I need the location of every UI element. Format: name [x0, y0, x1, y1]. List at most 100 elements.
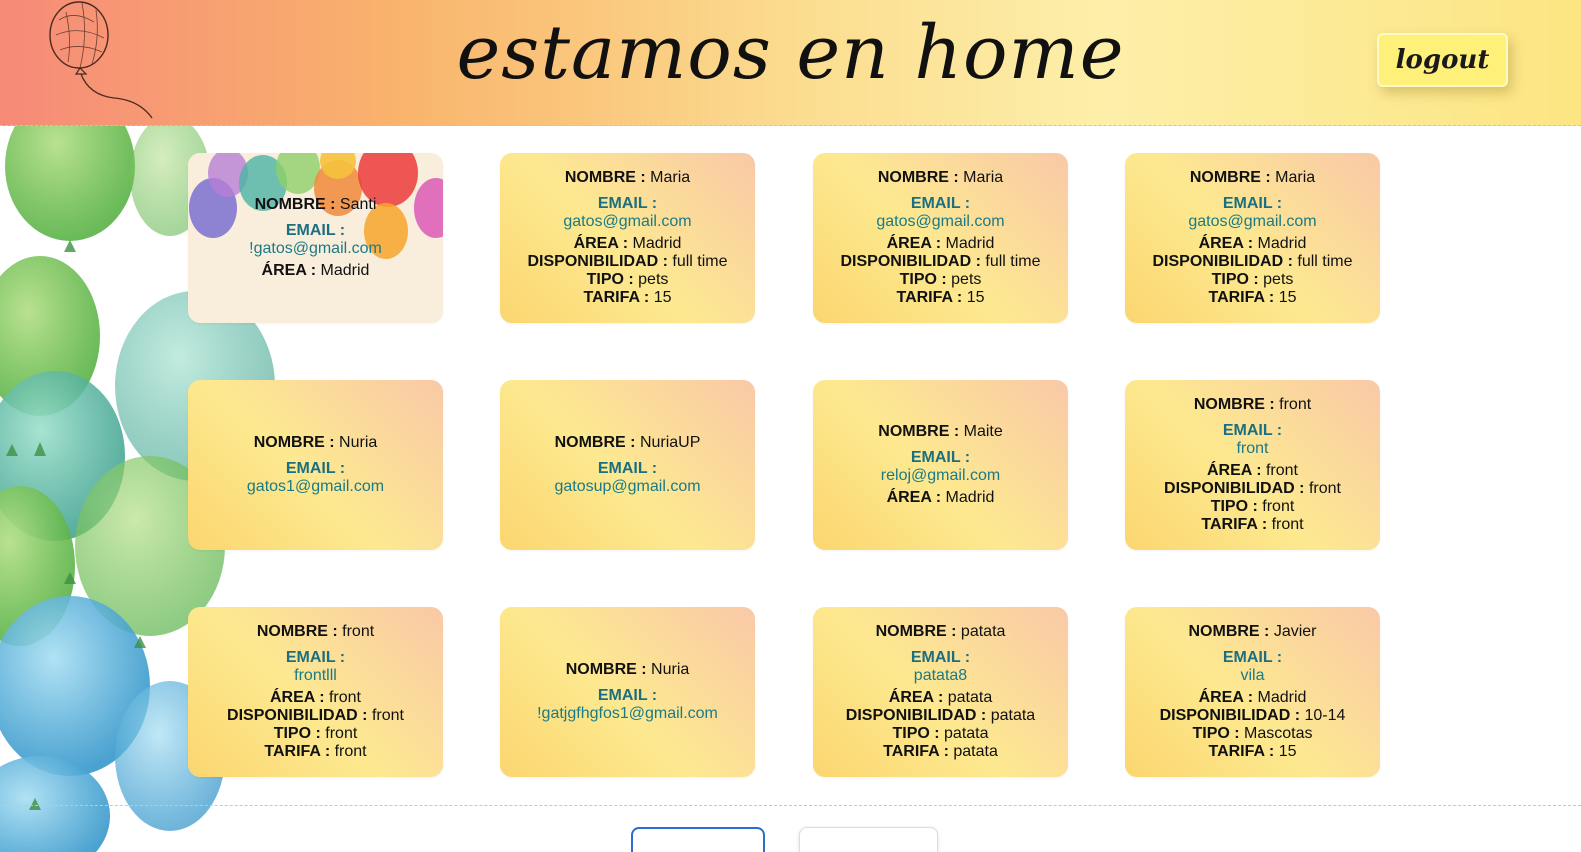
area-label: ÁREA : — [888, 689, 944, 706]
area-value: patata — [947, 689, 993, 706]
area-label: ÁREA : — [261, 262, 317, 279]
tipo-value: pets — [951, 271, 982, 288]
tipo-label: TIPO : — [273, 725, 321, 742]
tarifa-value: front — [1271, 516, 1304, 533]
email-value: front — [1236, 440, 1269, 457]
tarifa-label: TARIFA : — [1201, 516, 1268, 533]
nombre-label: NOMBRE : — [1193, 396, 1275, 413]
profile-card[interactable]: NOMBRE : Nuria EMAIL : gatos1@gmail.com — [188, 380, 443, 550]
disponibilidad-label: DISPONIBILIDAD : — [227, 707, 368, 724]
area-value: front — [328, 689, 361, 706]
profile-card[interactable]: NOMBRE : Santi EMAIL : !gatos@gmail.com … — [188, 153, 443, 323]
tipo-label: TIPO : — [1211, 271, 1259, 288]
profile-card[interactable]: NOMBRE : NuriaUP EMAIL : gatosup@gmail.c… — [500, 380, 755, 550]
nombre-label: NOMBRE : — [256, 623, 338, 640]
tarifa-label: TARIFA : — [883, 743, 949, 760]
nombre-value: front — [342, 623, 375, 640]
area-value: Madrid — [945, 489, 995, 506]
profile-card[interactable]: NOMBRE : Javier EMAIL : vila ÁREA : Madr… — [1125, 607, 1380, 777]
area-label: ÁREA : — [886, 235, 942, 252]
area-label: ÁREA : — [1207, 462, 1262, 479]
nombre-label: NOMBRE : — [1188, 623, 1270, 640]
nombre-value: Maria — [963, 169, 1004, 186]
disponibilidad-value: front — [371, 707, 404, 724]
nombre-value: front — [1279, 396, 1312, 413]
profile-card[interactable]: NOMBRE : Nuria EMAIL : !gatjgfhgfos1@gma… — [500, 607, 755, 777]
tipo-value: front — [325, 725, 358, 742]
area-label: ÁREA : — [886, 489, 942, 506]
email-label: EMAIL : — [910, 449, 971, 466]
email-value: gatosup@gmail.com — [554, 478, 701, 495]
email-value: frontlll — [294, 667, 337, 684]
area-value: front — [1265, 462, 1298, 479]
tipo-value: pets — [638, 271, 669, 288]
nombre-label: NOMBRE : — [254, 196, 336, 213]
tarifa-value: patata — [953, 743, 998, 760]
tarifa-label: TARIFA : — [896, 289, 963, 306]
tipo-label: TIPO : — [892, 725, 940, 742]
nombre-value: Maite — [963, 423, 1003, 440]
area-label: ÁREA : — [270, 689, 325, 706]
email-label: EMAIL : — [597, 687, 658, 704]
nombre-value: Nuria — [651, 661, 690, 678]
tarifa-label: TARIFA : — [1208, 289, 1275, 306]
tipo-value: patata — [944, 725, 989, 742]
tarifa-label: TARIFA : — [1208, 743, 1275, 760]
nombre-value: Maria — [1275, 169, 1316, 186]
nombre-value: NuriaUP — [639, 434, 701, 451]
nombre-value: Maria — [650, 169, 691, 186]
profile-card[interactable]: NOMBRE : front EMAIL : front ÁREA : fron… — [1125, 380, 1380, 550]
profile-card[interactable]: NOMBRE : Maite EMAIL : reloj@gmail.com Á… — [813, 380, 1068, 550]
disponibilidad-label: DISPONIBILIDAD : — [1152, 253, 1293, 270]
email-label: EMAIL : — [1222, 422, 1283, 439]
nombre-label: NOMBRE : — [877, 169, 959, 186]
profile-card[interactable]: NOMBRE : Maria EMAIL : gatos@gmail.com Á… — [1125, 153, 1380, 323]
area-label: ÁREA : — [1198, 235, 1254, 252]
nombre-label: NOMBRE : — [878, 423, 960, 440]
nombre-label: NOMBRE : — [564, 169, 646, 186]
tipo-label: TIPO : — [586, 271, 634, 288]
tarifa-value: front — [334, 743, 367, 760]
disponibilidad-value: 10-14 — [1304, 707, 1346, 724]
email-label: EMAIL : — [1222, 195, 1283, 212]
email-label: EMAIL : — [285, 460, 346, 477]
email-value: gatos@gmail.com — [563, 213, 692, 230]
email-label: EMAIL : — [597, 460, 658, 477]
nombre-label: NOMBRE : — [875, 623, 957, 640]
email-label: EMAIL : — [910, 649, 971, 666]
bottom-divider — [0, 805, 1581, 806]
profile-card[interactable]: NOMBRE : Maria EMAIL : gatos@gmail.com Á… — [813, 153, 1068, 323]
profile-card[interactable]: NOMBRE : patata EMAIL : patata8 ÁREA : p… — [813, 607, 1068, 777]
email-value: gatos@gmail.com — [1188, 213, 1317, 230]
disponibilidad-label: DISPONIBILIDAD : — [1159, 707, 1301, 724]
email-label: EMAIL : — [1222, 649, 1283, 666]
tarifa-value: 15 — [1278, 743, 1297, 760]
email-value: patata8 — [913, 667, 968, 684]
area-value: Madrid — [632, 235, 682, 252]
email-label: EMAIL : — [285, 649, 346, 666]
email-label: EMAIL : — [285, 222, 346, 239]
nombre-value: Nuria — [339, 434, 378, 451]
area-value: Madrid — [945, 235, 995, 252]
email-value: !gatjgfhgfos1@gmail.com — [537, 705, 718, 722]
tipo-label: TIPO : — [899, 271, 947, 288]
disponibilidad-label: DISPONIBILIDAD : — [527, 253, 668, 270]
nombre-label: NOMBRE : — [1189, 169, 1271, 186]
disponibilidad-label: DISPONIBILIDAD : — [1164, 480, 1305, 497]
pagination-next-button[interactable] — [799, 827, 938, 852]
pagination-previous-button[interactable] — [631, 827, 765, 852]
email-label: EMAIL : — [910, 195, 971, 212]
nombre-value: Santi — [339, 196, 377, 213]
area-label: ÁREA : — [1198, 689, 1254, 706]
email-value: reloj@gmail.com — [880, 467, 1001, 484]
tipo-label: TIPO : — [1192, 725, 1240, 742]
area-value: Madrid — [1257, 235, 1307, 252]
disponibilidad-value: front — [1308, 480, 1341, 497]
email-value: vila — [1240, 667, 1265, 684]
nombre-label: NOMBRE : — [554, 434, 636, 451]
profile-card[interactable]: NOMBRE : front EMAIL : frontlll ÁREA : f… — [188, 607, 443, 777]
profile-card[interactable]: NOMBRE : Maria EMAIL : gatos@gmail.com Á… — [500, 153, 755, 323]
email-value: gatos1@gmail.com — [246, 478, 385, 495]
tipo-value: front — [1262, 498, 1295, 515]
tipo-label: TIPO : — [1210, 498, 1258, 515]
